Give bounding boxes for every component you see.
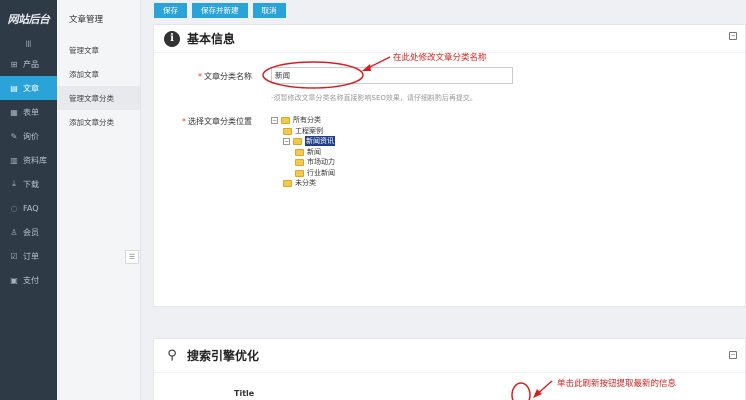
- tree-label: 新闻: [307, 148, 321, 156]
- category-position-label: 选择文章分类位置: [188, 117, 252, 126]
- tree-node-root[interactable]: − 所有分类: [271, 115, 321, 125]
- tree-node-news-info[interactable]: − 新闻资讯: [283, 136, 335, 146]
- panel-title: 基本信息: [187, 32, 236, 46]
- name-label-row: * 文章分类名称: [198, 71, 252, 82]
- collapse-icon[interactable]: −: [271, 116, 278, 124]
- nav-item-inquiry[interactable]: ✎ 询价: [0, 124, 57, 148]
- folder-icon: [295, 148, 304, 156]
- title-label-row: Title: [234, 389, 254, 398]
- sub-item-manage-categories[interactable]: 管理文章分类: [57, 86, 140, 110]
- annotation-refresh: 单击此刷新按钮提取最新的信息: [557, 379, 677, 389]
- minimize-icon[interactable]: −: [729, 32, 737, 40]
- nav-label: 下载: [23, 179, 39, 189]
- nav-item-form[interactable]: ▦ 表单: [0, 100, 57, 124]
- name-hint: -须暂修改文章分类名称直接影响SEO效果，请仔细斟酌后再提交。: [271, 94, 477, 102]
- order-icon: ☑: [10, 251, 18, 261]
- annotation-edit-name: 在此处修改文章分类名称: [393, 53, 487, 63]
- folder-icon: [283, 179, 292, 187]
- tree-label: 所有分类: [293, 116, 321, 124]
- minimize-icon[interactable]: −: [729, 351, 737, 359]
- sub-title: 文章管理: [69, 15, 104, 25]
- toolbar: 保存 保存并新建 取消: [141, 0, 746, 20]
- save-button[interactable]: 保存: [154, 2, 187, 18]
- save-and-new-button[interactable]: 保存并新建: [192, 2, 248, 18]
- folder-icon: [281, 116, 290, 124]
- main-nav: 网站后台 Ⅲ ⊞ 产品 ▤ 文章 ▦ 表单 ✎ 询价 ▥ 资料库 ⤓ 下载 ◌ FAQ ♙ 会员…: [0, 0, 57, 400]
- search-icon: ⚲: [167, 348, 177, 363]
- tree-node-news[interactable]: 新闻: [295, 147, 321, 157]
- position-label-row: * 选择文章分类位置: [182, 116, 252, 127]
- article-icon: ▤: [10, 83, 18, 93]
- required-mark: *: [182, 117, 186, 126]
- category-name-input[interactable]: [271, 67, 513, 84]
- tree-label: 市场动力: [307, 158, 335, 166]
- nav-item-article[interactable]: ▤ 文章: [0, 76, 57, 100]
- panel-title: 搜索引擎优化: [187, 349, 260, 363]
- member-icon: ♙: [10, 227, 18, 237]
- nav-item-member[interactable]: ♙ 会员: [0, 220, 57, 244]
- sub-item-manage-articles[interactable]: 管理文章: [57, 38, 140, 62]
- cancel-button[interactable]: 取消: [252, 2, 286, 18]
- folder-icon: [295, 169, 304, 177]
- nav-item-product[interactable]: ⊞ 产品: [0, 52, 57, 76]
- tree-node-uncategorized[interactable]: 未分类: [283, 178, 316, 188]
- faq-icon: ◌: [10, 203, 18, 213]
- sub-sidebar: 文章管理 管理文章 添加文章 管理文章分类 添加文章分类 ☰: [57, 0, 141, 400]
- folder-icon: [293, 137, 302, 145]
- sub-item-add-category[interactable]: 添加文章分类: [57, 110, 140, 134]
- nav-label: 会员: [23, 227, 39, 237]
- required-mark: *: [198, 72, 202, 81]
- tree-label: 工程案例: [295, 127, 323, 135]
- nav-item-order[interactable]: ☑ 订单: [0, 244, 57, 268]
- nav-label: 表单: [23, 107, 39, 117]
- product-icon: ⊞: [10, 59, 18, 69]
- nav-label: 产品: [23, 59, 39, 69]
- nav-label: 询价: [23, 131, 39, 141]
- panel-header: ⚲ 搜索引擎优化: [154, 339, 745, 373]
- tree-node-industry-news[interactable]: 行业新闻: [295, 168, 335, 178]
- collapse-icon[interactable]: −: [283, 137, 290, 145]
- tree-label: 行业新闻: [307, 169, 335, 177]
- basic-info-panel: i 基本信息 − * 文章分类名称 -须暂修改文章分类名称直接影响SEO效果，请…: [153, 24, 746, 307]
- inquiry-icon: ✎: [10, 131, 18, 141]
- sub-item-add-article[interactable]: 添加文章: [57, 62, 140, 86]
- seo-panel: ⚲ 搜索引擎优化 − Title: [153, 338, 746, 400]
- seo-title-label: Title: [234, 389, 255, 398]
- nav-label: 支付: [23, 275, 39, 285]
- form-icon: ▦: [10, 107, 18, 117]
- folder-icon: [283, 127, 292, 135]
- download-icon: ⤓: [12, 179, 16, 188]
- nav-label: FAQ: [23, 203, 39, 213]
- hamburger-icon[interactable]: Ⅲ: [0, 38, 57, 52]
- nav-item-library[interactable]: ▥ 资料库: [0, 148, 57, 172]
- nav-item-faq[interactable]: ◌ FAQ: [0, 196, 57, 220]
- panel-header: i 基本信息: [154, 25, 745, 53]
- tree-node-cases[interactable]: 工程案例: [283, 126, 323, 136]
- library-icon: ▥: [10, 155, 18, 165]
- collapse-sidebar-icon[interactable]: ☰: [125, 250, 139, 264]
- logo: 网站后台: [7, 13, 51, 26]
- nav-item-payment[interactable]: ▣ 支付: [0, 268, 57, 292]
- nav-label: 订单: [23, 251, 39, 261]
- category-name-label: 文章分类名称: [204, 72, 252, 81]
- payment-icon: ▣: [10, 275, 18, 285]
- folder-icon: [295, 158, 304, 166]
- tree-label: 未分类: [295, 179, 316, 187]
- nav-item-download[interactable]: ⤓ 下载: [0, 172, 57, 196]
- tree-node-market[interactable]: 市场动力: [295, 157, 335, 167]
- nav-label: 文章: [23, 83, 39, 93]
- nav-label: 资料库: [23, 155, 47, 165]
- tree-label: 新闻资讯: [305, 136, 335, 146]
- info-icon: i: [164, 30, 180, 47]
